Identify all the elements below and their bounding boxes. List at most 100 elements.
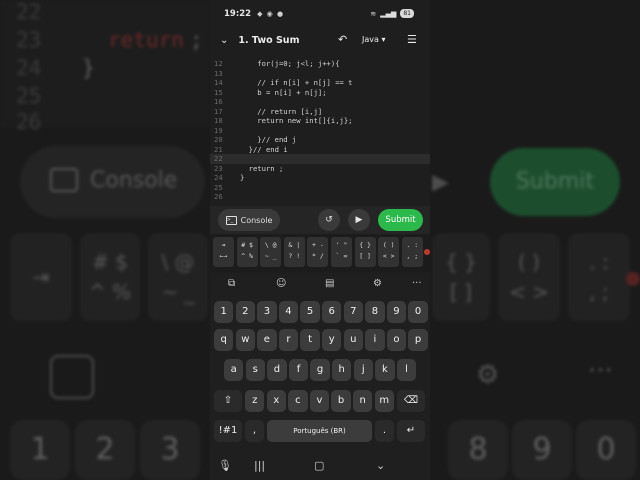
number-key[interactable]: 7 [343, 301, 363, 323]
chevron-down-icon[interactable]: ⌄ [220, 35, 228, 46]
letter-key[interactable]: p [408, 329, 428, 351]
letter-key[interactable]: a [224, 359, 244, 381]
bg-code-text: } [82, 56, 95, 80]
letter-key[interactable]: r [278, 329, 299, 351]
bg-symbol-key: { }[ ] [432, 233, 490, 321]
run-play-icon[interactable]: ▶ [348, 209, 370, 231]
letter-key[interactable]: w [235, 329, 255, 351]
recent-apps-icon[interactable]: ||| [254, 459, 265, 472]
reset-icon[interactable]: ↺ [318, 209, 340, 231]
letter-key[interactable]: t [300, 329, 320, 351]
letter-key[interactable]: g [310, 359, 330, 381]
number-key[interactable]: 1 [214, 301, 234, 323]
language-select[interactable]: Java ▾ [362, 35, 385, 44]
problem-title[interactable]: 1. Two Sum [238, 35, 299, 46]
symbol-key[interactable]: { } [ ] [354, 237, 376, 267]
backspace-key[interactable]: ⌫ [397, 390, 425, 412]
letter-key[interactable]: i [365, 329, 385, 351]
symbol-key[interactable]: & | ? ! [283, 237, 305, 267]
letter-key[interactable]: k [375, 359, 395, 381]
symbol-key-top: . : [406, 241, 419, 249]
letter-key[interactable]: q [214, 329, 234, 351]
submit-button[interactable]: Submit [378, 209, 423, 231]
symbol-key[interactable]: ( ) < > [378, 237, 400, 267]
code-line[interactable]: 19 [210, 126, 430, 136]
symbol-key[interactable]: . : , ; [401, 237, 423, 267]
code-line[interactable]: 20 }// end j [210, 135, 430, 145]
undo-icon[interactable]: ↶ [338, 33, 347, 46]
code-line[interactable]: 17 // return [i,j] [210, 107, 430, 117]
letter-key[interactable]: s [245, 359, 265, 381]
letter-key[interactable]: v [309, 390, 330, 412]
symbol-key-bottom: ^ % [241, 252, 253, 260]
shift-key[interactable]: ⇧ [214, 390, 242, 412]
number-key[interactable]: 5 [300, 301, 320, 323]
symbol-key-top: # $ [241, 241, 253, 249]
number-key[interactable]: 9 [386, 301, 407, 323]
line-number: 21 [214, 144, 223, 154]
number-key[interactable]: 6 [322, 301, 342, 323]
code-line[interactable]: 23 return ; [210, 164, 430, 174]
problem-header: ⌄ 1. Two Sum ↶ Java ▾ ☰ [210, 28, 430, 52]
code-line[interactable]: 16 [210, 97, 430, 107]
number-key[interactable]: 3 [257, 301, 277, 323]
letter-key[interactable]: b [331, 390, 351, 412]
enter-key[interactable]: ↵ [397, 420, 425, 442]
mic-icon[interactable]: 🎙︎ [218, 459, 232, 472]
home-icon[interactable]: ▢ [314, 459, 324, 472]
code-line[interactable]: 21 }// end i [210, 145, 430, 155]
back-icon[interactable]: ⌄ [376, 459, 385, 472]
code-line[interactable]: 14 // if n[i] + n[j] == t [210, 78, 430, 88]
code-line[interactable]: 25 [210, 183, 430, 193]
code-line[interactable]: 24} [210, 173, 430, 183]
letter-key[interactable]: z [245, 390, 265, 412]
letter-key[interactable]: h [332, 359, 352, 381]
code-line[interactable]: 12 for(j=0; j<l; j++){ [210, 59, 430, 69]
number-key[interactable]: 0 [408, 301, 428, 323]
letter-key[interactable]: x [266, 390, 286, 412]
symbol-key-bottom: ` = [335, 252, 348, 260]
symbol-key[interactable]: \ @ ~ _ [260, 237, 282, 267]
symbols-key[interactable]: !#1 [214, 420, 242, 442]
gear-icon[interactable]: ⚙ [373, 278, 382, 289]
notes-icon[interactable]: ▤ [325, 278, 334, 289]
number-key[interactable]: 2 [235, 301, 255, 323]
code-line[interactable]: 26 [210, 192, 430, 202]
keyboard: 1 2 3 4 5 6 7 8 9 0 q w e r t y u i o p a s d f g h j k l ⇧ z x c v b n m ⌫ !#… [210, 296, 430, 452]
code-line[interactable]: 22 [210, 154, 430, 164]
letter-key[interactable]: f [288, 359, 309, 381]
letter-key[interactable]: m [374, 390, 394, 412]
letter-key[interactable]: y [322, 329, 342, 351]
letter-key[interactable]: l [396, 359, 417, 381]
symbol-key-top: ' " [335, 241, 348, 249]
bg-submit-button: Submit [490, 148, 620, 216]
emoji-icon[interactable]: ☺ [276, 278, 286, 289]
space-key[interactable]: Português (BR) [267, 420, 372, 442]
symbol-key[interactable]: ' " ` = [331, 237, 352, 267]
letter-key[interactable]: u [343, 329, 363, 351]
settings-sliders-icon[interactable]: ☰ [407, 33, 417, 46]
letter-key[interactable]: o [386, 329, 407, 351]
comma-key[interactable]: , [245, 420, 264, 442]
letter-key[interactable]: c [288, 390, 308, 412]
symbol-key[interactable]: # $ ^ % [236, 237, 258, 267]
symbol-key[interactable]: + - * / [307, 237, 329, 267]
clipboard-icon[interactable]: ⧉ [228, 278, 235, 289]
number-key[interactable]: 4 [278, 301, 299, 323]
console-button[interactable]: >_ Console [218, 209, 280, 231]
symbol-key-bottom: [ ] [359, 252, 371, 260]
bg-num-key: 2 [75, 420, 135, 480]
code-editor[interactable]: 12 for(j=0; j<l; j++){13 14 // if n[i] + … [210, 56, 430, 206]
letter-key[interactable]: j [353, 359, 373, 381]
letter-key[interactable]: n [353, 390, 373, 412]
code-line[interactable]: 15 b = n[i] + n[j]; [210, 88, 430, 98]
symbol-key[interactable]: ⇥ ←→ [213, 237, 234, 267]
number-key[interactable]: 8 [365, 301, 385, 323]
code-line[interactable]: 13 [210, 69, 430, 79]
code-line[interactable]: 18 return new int[]{i,j}; [210, 116, 430, 126]
letter-key[interactable]: e [257, 329, 277, 351]
more-icon[interactable]: ··· [412, 278, 422, 289]
period-key[interactable]: . [375, 420, 394, 442]
letter-key[interactable]: d [267, 359, 287, 381]
line-number: 24 [214, 173, 223, 182]
